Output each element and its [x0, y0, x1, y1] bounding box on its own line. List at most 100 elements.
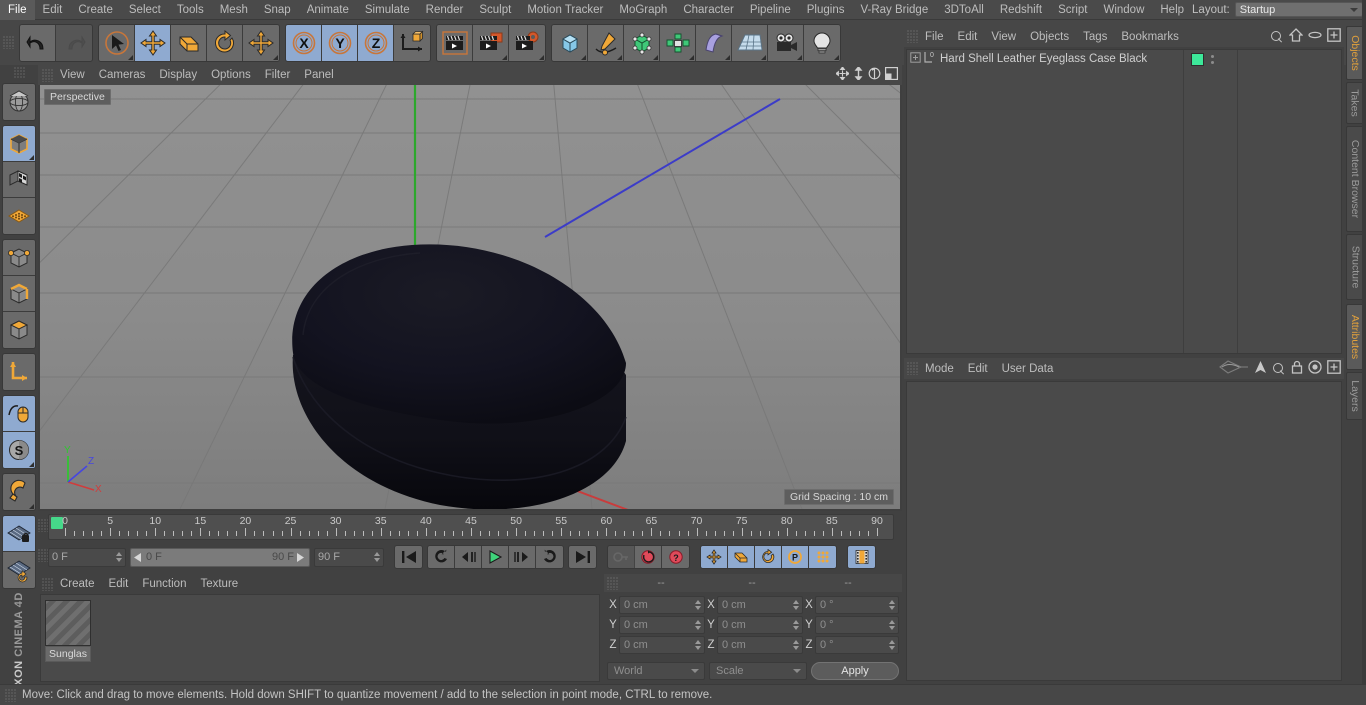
y-axis-lock[interactable]: Y — [322, 24, 358, 61]
rotation-y-input[interactable]: 0 ° — [815, 616, 899, 634]
soft-selection-button[interactable]: S — [3, 432, 35, 468]
timeline-filmstrip-button[interactable] — [848, 546, 875, 568]
planar-rotation-button[interactable] — [3, 552, 35, 588]
object-menu-view[interactable]: View — [984, 27, 1023, 47]
rotate-tool[interactable] — [207, 24, 243, 61]
record-parameter-button[interactable]: P — [782, 546, 809, 568]
viewport-maximize-icon[interactable] — [885, 67, 899, 83]
keyframe-selection-button[interactable]: ? — [662, 546, 689, 568]
redo-button[interactable] — [56, 24, 92, 61]
x-axis-lock[interactable]: X — [286, 24, 322, 61]
workplane-lock-button[interactable] — [3, 516, 35, 552]
material-menu-function[interactable]: Function — [135, 574, 193, 594]
viewport-solo-button[interactable] — [3, 396, 35, 432]
step-forward-button[interactable] — [509, 546, 536, 568]
viewport-3d-stage[interactable]: Perspective Grid Spacing : 10 cm Y X Z — [40, 85, 900, 509]
object-menu-bookmarks[interactable]: Bookmarks — [1114, 27, 1186, 47]
add-deformer-button[interactable] — [696, 24, 732, 61]
go-to-end-button[interactable] — [569, 546, 596, 568]
previous-key-button[interactable] — [428, 546, 455, 568]
magnet-tool-button[interactable] — [3, 474, 35, 510]
go-to-start-button[interactable] — [395, 546, 422, 568]
attribute-menu-user-data[interactable]: User Data — [995, 359, 1061, 379]
menu-item-3dtoall[interactable]: 3DToAll — [936, 0, 992, 20]
attribute-content[interactable] — [906, 381, 1342, 681]
material-menu-edit[interactable]: Edit — [102, 574, 136, 594]
viewport-dolly-icon[interactable] — [853, 65, 864, 83]
record-active-objects-button[interactable] — [608, 546, 635, 568]
position-z-input[interactable]: 0 cm — [619, 636, 705, 654]
viewport-gripper[interactable] — [42, 68, 53, 82]
material-tag[interactable] — [1191, 53, 1204, 66]
material-menu-texture[interactable]: Texture — [193, 574, 245, 594]
play-button[interactable] — [482, 546, 509, 568]
object-menu-file[interactable]: File — [918, 27, 951, 47]
spinner-icon[interactable] — [888, 600, 895, 610]
spinner-icon[interactable] — [888, 620, 895, 630]
apply-button[interactable]: Apply — [811, 662, 899, 680]
menu-item-pipeline[interactable]: Pipeline — [742, 0, 799, 20]
menu-item-simulate[interactable]: Simulate — [357, 0, 418, 20]
make-editable-button[interactable] — [3, 84, 35, 120]
home-icon[interactable] — [1288, 28, 1304, 45]
attribute-manager-gripper[interactable] — [907, 362, 918, 375]
attribute-menu-mode[interactable]: Mode — [918, 359, 961, 379]
menu-item-window[interactable]: Window — [1095, 0, 1152, 20]
material-list[interactable]: Sunglas — [40, 594, 600, 682]
expand-toggle-icon[interactable] — [910, 52, 921, 66]
menu-item-create[interactable]: Create — [70, 0, 121, 20]
record-rotation-button[interactable] — [755, 546, 782, 568]
material-menu-create[interactable]: Create — [53, 574, 102, 594]
next-key-button[interactable] — [536, 546, 563, 568]
add-generator-button[interactable] — [624, 24, 660, 61]
spinner-icon[interactable] — [694, 620, 701, 630]
add-spline-button[interactable] — [588, 24, 624, 61]
menu-item-motion-tracker[interactable]: Motion Tracker — [519, 0, 611, 20]
status-gripper[interactable] — [5, 688, 16, 702]
rotation-z-input[interactable]: 0 ° — [815, 636, 899, 654]
add-modeling-object-button[interactable] — [660, 24, 696, 61]
pointer-up-icon[interactable] — [1254, 360, 1267, 377]
menu-item-script[interactable]: Script — [1050, 0, 1095, 20]
toolbar-gripper[interactable] — [3, 36, 14, 49]
move-tool[interactable] — [135, 24, 171, 61]
viewport-menu-options[interactable]: Options — [204, 65, 258, 85]
material-gripper[interactable] — [42, 577, 53, 591]
render-settings-button[interactable] — [509, 24, 545, 61]
animate-curve-icon[interactable] — [1219, 360, 1249, 377]
spinner-icon[interactable] — [792, 620, 799, 630]
object-axis-mode-button[interactable] — [3, 354, 35, 390]
spinner-icon[interactable] — [694, 600, 701, 610]
object-menu-edit[interactable]: Edit — [951, 27, 985, 47]
size-y-input[interactable]: 0 cm — [717, 616, 803, 634]
menu-item-sculpt[interactable]: Sculpt — [471, 0, 519, 20]
search-icon[interactable] — [1272, 362, 1286, 376]
object-menu-tags[interactable]: Tags — [1076, 27, 1114, 47]
menu-item-select[interactable]: Select — [121, 0, 169, 20]
scale-tool[interactable] — [171, 24, 207, 61]
preview-range-bar[interactable]: 0 F 90 F — [130, 547, 310, 567]
menu-item-render[interactable]: Render — [418, 0, 472, 20]
viewport-menu-panel[interactable]: Panel — [297, 65, 340, 85]
lock-icon[interactable] — [1291, 360, 1303, 377]
z-axis-lock[interactable]: Z — [358, 24, 394, 61]
spinner-icon[interactable] — [792, 600, 799, 610]
menu-item-mograph[interactable]: MoGraph — [611, 0, 675, 20]
object-menu-objects[interactable]: Objects — [1023, 27, 1076, 47]
model-mode-button[interactable] — [3, 126, 35, 162]
step-back-button[interactable] — [455, 546, 482, 568]
viewport-menu-cameras[interactable]: Cameras — [92, 65, 153, 85]
new-layer-icon[interactable] — [1327, 360, 1341, 377]
menu-item-help[interactable]: Help — [1152, 0, 1192, 20]
visibility-dots-icon[interactable] — [1210, 53, 1214, 66]
viewport-menu-view[interactable]: View — [53, 65, 92, 85]
spinner-icon[interactable] — [373, 552, 380, 562]
object-tree[interactable]: 0 Hard Shell Leather Eyeglass Case Black — [906, 49, 1342, 354]
menu-item-file[interactable]: File — [0, 0, 35, 20]
spinner-icon[interactable] — [888, 640, 895, 650]
coordinate-system-dropdown[interactable]: World — [607, 662, 705, 680]
object-manager-gripper[interactable] — [907, 30, 918, 43]
transform-mode-dropdown[interactable]: Scale — [709, 662, 807, 680]
record-position-button[interactable] — [701, 546, 728, 568]
object-row[interactable]: 0 Hard Shell Leather Eyeglass Case Black — [907, 50, 1341, 68]
